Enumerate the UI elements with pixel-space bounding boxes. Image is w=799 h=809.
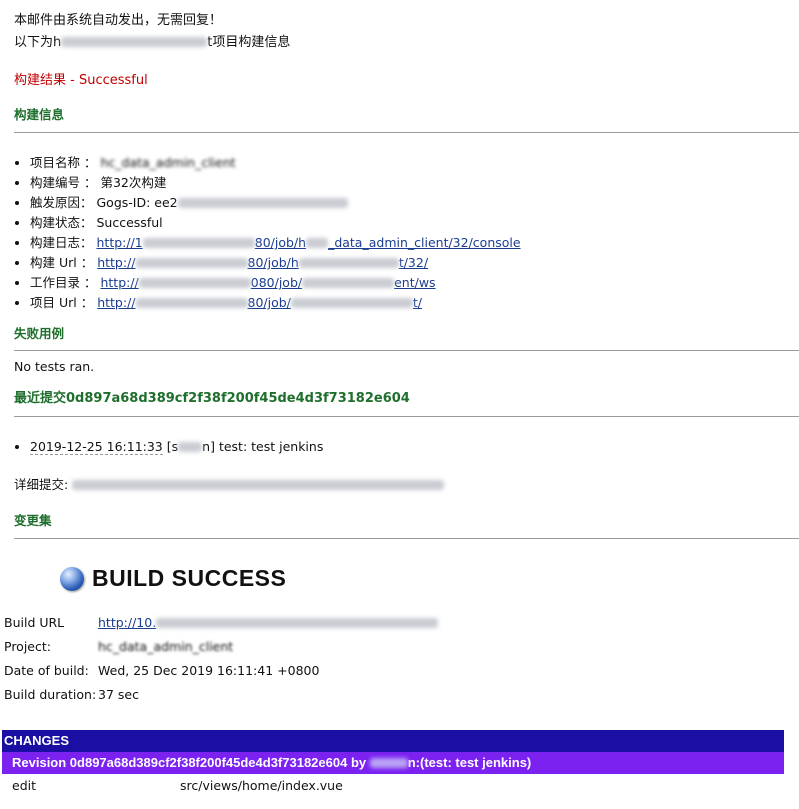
info-project-name: 项目名称 ： hc_data_admin_client: [30, 153, 799, 173]
detail-commit-line: 详细提交:: [14, 475, 799, 495]
meta-row-build-url: Build URL http://10.: [2, 610, 439, 634]
change-path: src/views/home/index.vue: [180, 778, 343, 793]
intro-line-2: 以下为h t项目构建信息: [14, 32, 799, 54]
intro-suffix: t项目构建信息: [207, 35, 291, 50]
section-changeset: 变更集: [14, 513, 52, 528]
build-meta-table: Build URL http://10. Project: hc_data_ad…: [2, 610, 439, 706]
info-build-status: 构建状态： Successful: [30, 213, 799, 233]
build-url-link[interactable]: http://80/job/h t/32/: [97, 255, 428, 270]
change-row: edit src/views/home/index.vue: [2, 774, 784, 798]
changes-header: CHANGES: [2, 730, 784, 752]
build-url-meta-link[interactable]: http://10.: [98, 615, 439, 630]
info-build-url: 构建 Url ： http://80/job/ht/32/: [30, 253, 799, 273]
intro-prefix: 以下为h: [14, 35, 62, 50]
revision-bar: Revision 0d897a68d389cf2f38f200f45de4d3f…: [2, 752, 784, 774]
info-trigger-cause: 触发原因： Gogs-ID: ee2: [30, 193, 799, 213]
redacted-revision-author: [369, 758, 408, 768]
redacted-author: [178, 442, 203, 452]
info-project-url: 项目 Url ： http://80/job/t/: [30, 293, 799, 313]
info-build-log: 构建日志： http://180/job/h_data_admin_client…: [30, 233, 799, 253]
no-tests-text: No tests ran.: [14, 359, 95, 374]
meta-row-project: Project: hc_data_admin_client: [4, 638, 234, 654]
build-log-link[interactable]: http://1 80/job/h _data_admin_client/32/co…: [97, 235, 521, 250]
build-info-list: 项目名称 ： hc_data_admin_client 构建编号 ： 第32次构…: [14, 153, 799, 313]
build-status-heading: BUILD SUCCESS: [60, 565, 286, 592]
redacted-gogs-id: [177, 198, 348, 208]
divider: [14, 350, 799, 351]
divider: [14, 538, 799, 539]
meta-row-duration: Build duration: 37 sec: [4, 686, 139, 702]
detail-commit-link[interactable]: [72, 477, 445, 492]
commit-list: 2019-12-25 16:11:33 [sn] test: test jenk…: [14, 437, 799, 457]
build-result: 构建结果 - Successful: [14, 73, 148, 88]
change-action: edit: [12, 778, 36, 793]
intro-line-1: 本邮件由系统自动发出，无需回复！: [14, 13, 223, 28]
redacted-project-name: [61, 37, 208, 47]
divider: [14, 416, 799, 417]
info-workspace: 工作目录 ： http://080/job/ent/ws: [30, 273, 799, 293]
section-latest-commit: 最近提交0d897a68d389cf2f38f200f45de4d3f73182…: [14, 391, 410, 406]
section-failed-cases: 失败用例: [14, 326, 65, 341]
changes-table: CHANGES Revision 0d897a68d389cf2f38f200f…: [2, 730, 784, 798]
section-build-info: 构建信息: [14, 107, 65, 122]
commit-item: 2019-12-25 16:11:33 [sn] test: test jenk…: [30, 437, 799, 457]
workspace-link[interactable]: http://080/job/ent/ws: [100, 275, 435, 290]
divider: [14, 132, 799, 133]
status-ball-icon: [60, 566, 84, 591]
info-build-number: 构建编号 ： 第32次构建: [30, 173, 799, 193]
meta-row-date: Date of build: Wed, 25 Dec 2019 16:11:41…: [4, 662, 320, 678]
email-body: 本邮件由系统自动发出，无需回复！ 以下为h t项目构建信息 构建结果 - Succ…: [14, 10, 799, 539]
project-url-link[interactable]: http://80/job/t/: [97, 295, 422, 310]
